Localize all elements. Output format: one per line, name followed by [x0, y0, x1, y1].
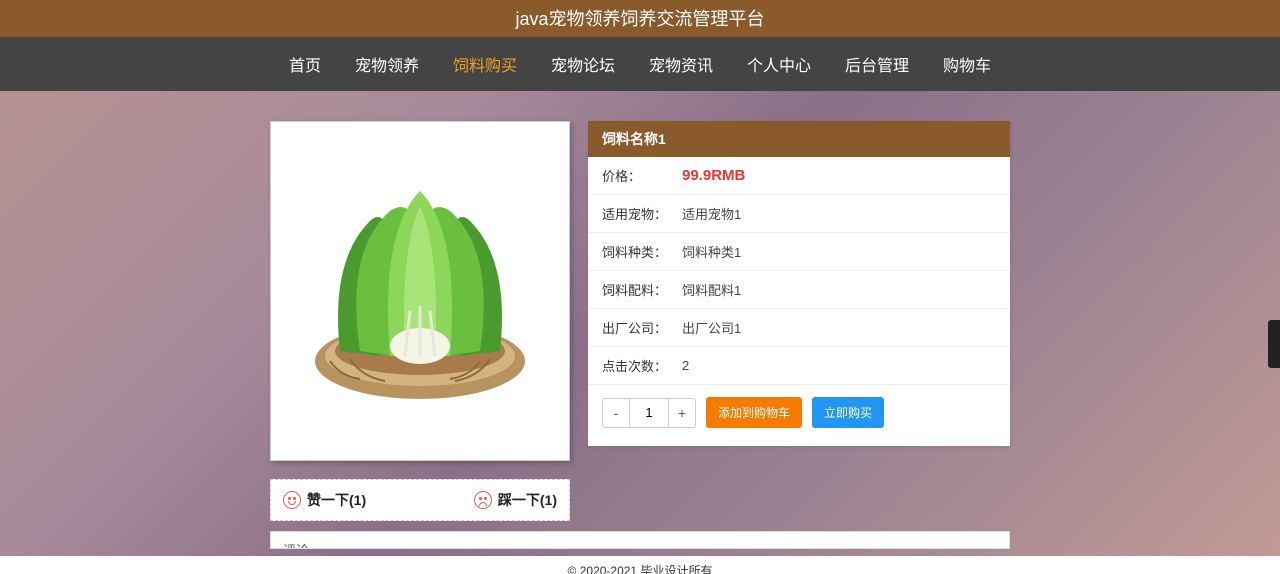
qty-decrement-button[interactable]: - [603, 399, 629, 427]
footer: © 2020-2021 毕业设计所有 [0, 556, 1280, 574]
footer-text: © 2020-2021 毕业设计所有 [568, 564, 713, 574]
nav-news[interactable]: 宠物资讯 [647, 48, 715, 80]
row-company: 出厂公司： 出厂公司1 [588, 309, 1010, 347]
dislike-label: 踩一下(1) [498, 490, 557, 510]
dislike-button[interactable]: 踩一下(1) [420, 490, 557, 510]
row-ingredients: 饲料配料： 饲料配料1 [588, 271, 1010, 309]
nav-forum[interactable]: 宠物论坛 [549, 48, 617, 80]
row-suitable-pet: 适用宠物： 适用宠物1 [588, 195, 1010, 233]
nav-feed-purchase[interactable]: 饲料购买 [451, 48, 519, 80]
lettuce-in-basket-icon [290, 161, 550, 421]
nav-adoption[interactable]: 宠物领养 [353, 48, 421, 80]
like-label: 赞一下(1) [307, 490, 366, 510]
product-detail-panel: 饲料名称1 价格： 99.9RMB 适用宠物： 适用宠物1 饲料种类： 饲料种类… [588, 121, 1010, 446]
reaction-row: 赞一下(1) 踩一下(1) [270, 479, 570, 521]
row-feed-type: 饲料种类： 饲料种类1 [588, 233, 1010, 271]
qty-increment-button[interactable]: + [669, 399, 695, 427]
qty-input[interactable] [629, 399, 669, 427]
smile-icon [283, 491, 301, 509]
add-to-cart-button[interactable]: 添加到购物车 [706, 397, 802, 428]
action-row: - + 添加到购物车 立即购买 [588, 385, 1010, 446]
product-image-card [270, 121, 570, 461]
app-title-bar: java宠物领养饲养交流管理平台 [0, 0, 1280, 37]
row-price: 价格： 99.9RMB [588, 157, 1010, 195]
nav-home[interactable]: 首页 [287, 48, 323, 80]
nav-user-center[interactable]: 个人中心 [745, 48, 813, 80]
price-value: 99.9RMB [682, 167, 745, 184]
nav-admin[interactable]: 后台管理 [843, 48, 911, 80]
nav-cart[interactable]: 购物车 [941, 48, 993, 80]
buy-now-button[interactable]: 立即购买 [812, 397, 884, 428]
app-title: java宠物领养饲养交流管理平台 [515, 9, 764, 29]
main-nav: 首页 宠物领养 饲料购买 宠物论坛 宠物资讯 个人中心 后台管理 购物车 [0, 37, 1280, 91]
row-clicks: 点击次数： 2 [588, 347, 1010, 385]
product-title: 饲料名称1 [588, 121, 1010, 157]
like-button[interactable]: 赞一下(1) [283, 490, 420, 510]
comment-section: 评论 [270, 531, 1010, 549]
frown-icon [474, 491, 492, 509]
comment-header: 评论 [283, 543, 309, 549]
side-tab-handle[interactable] [1268, 320, 1280, 368]
quantity-stepper: - + [602, 398, 696, 428]
